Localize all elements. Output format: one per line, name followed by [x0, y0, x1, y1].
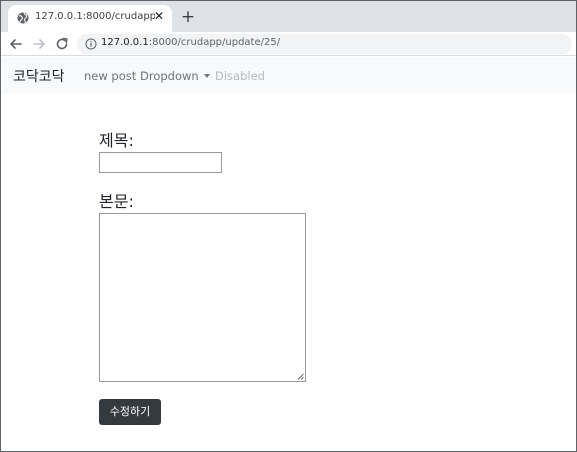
- content-textarea[interactable]: [99, 213, 306, 382]
- tab-title: 127.0.0.1:8000/crudapp/update/: [35, 11, 155, 22]
- back-arrow-icon[interactable]: [7, 35, 25, 53]
- nav-dropdown-label: Dropdown: [140, 69, 199, 83]
- globe-icon: [17, 12, 29, 24]
- new-tab-icon[interactable]: +: [179, 8, 197, 26]
- url-path: :8000/crudapp/update/25/: [148, 37, 281, 48]
- url-text: 127.0.0.1:8000/crudapp/update/25/: [101, 37, 280, 48]
- nav-link-disabled: Disabled: [215, 69, 265, 83]
- close-icon[interactable]: ✕: [151, 8, 167, 24]
- navbar-brand[interactable]: 코닥코닥: [13, 66, 65, 86]
- caret-down-icon: [203, 74, 210, 78]
- content-label: 본문:: [99, 192, 134, 211]
- submit-button[interactable]: 수정하기: [99, 399, 161, 425]
- title-label: 제목:: [99, 131, 134, 150]
- tab-strip: 127.0.0.1:8000/crudapp/update/ ✕ +: [1, 1, 576, 32]
- title-input[interactable]: [99, 152, 222, 173]
- forward-arrow-icon[interactable]: [30, 35, 48, 53]
- browser-toolbar: 127.0.0.1:8000/crudapp/update/25/: [1, 32, 576, 56]
- info-icon[interactable]: [85, 38, 97, 50]
- reload-icon[interactable]: [53, 35, 71, 53]
- nav-link-new-post[interactable]: new post: [84, 69, 136, 83]
- site-navbar: 코닥코닥 new post Dropdown Disabled: [2, 57, 576, 94]
- address-bar[interactable]: 127.0.0.1:8000/crudapp/update/25/: [77, 34, 572, 54]
- browser-window: 127.0.0.1:8000/crudapp/update/ ✕ + 127.0…: [0, 0, 577, 452]
- nav-dropdown[interactable]: Dropdown: [140, 69, 210, 83]
- url-host: 127.0.0.1: [101, 37, 149, 48]
- browser-tab[interactable]: 127.0.0.1:8000/crudapp/update/ ✕: [8, 5, 172, 32]
- resize-handle-icon[interactable]: [297, 373, 304, 380]
